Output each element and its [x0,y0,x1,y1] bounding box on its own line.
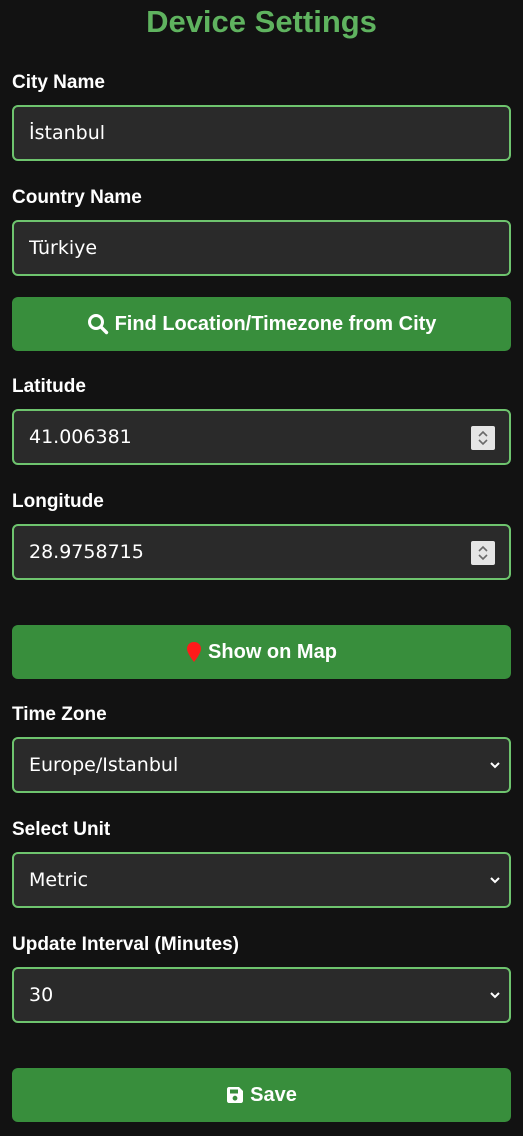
update-interval-select[interactable]: 30 [12,967,511,1023]
spinner-arrows-icon [478,430,488,446]
map-pin-icon [187,642,202,662]
time-zone-select[interactable]: Europe/Istanbul [12,737,511,793]
latitude-label: Latitude [12,376,86,397]
save-button-label: Save [250,1083,297,1106]
country-name-input[interactable] [14,222,509,274]
find-location-button[interactable]: Find Location/Timezone from City [12,297,511,351]
find-location-button-label: Find Location/Timezone from City [114,312,437,335]
latitude-spinner[interactable] [471,426,495,450]
unit-selected-value: Metric [29,869,89,891]
time-zone-label: Time Zone [12,704,107,725]
page-title: Device Settings [146,4,377,39]
chevron-down-icon [490,762,500,769]
spinner-arrows-icon [478,545,488,561]
country-name-field-box [12,220,511,276]
chevron-down-icon [490,877,500,884]
save-button[interactable]: Save [12,1068,511,1122]
latitude-input[interactable] [14,411,509,463]
city-name-input[interactable] [14,107,509,159]
city-name-field-box [12,105,511,161]
show-on-map-button[interactable]: Show on Map [12,625,511,679]
show-on-map-button-label: Show on Map [208,640,337,663]
floppy-disk-icon [227,1087,244,1103]
chevron-down-icon [490,992,500,999]
search-icon [87,314,108,335]
city-name-label: City Name [12,72,105,93]
update-interval-selected-value: 30 [29,984,54,1006]
unit-select[interactable]: Metric [12,852,511,908]
select-unit-label: Select Unit [12,819,111,840]
longitude-label: Longitude [12,491,104,512]
latitude-field-box [12,409,511,465]
country-name-label: Country Name [12,187,142,208]
longitude-input[interactable] [14,526,509,578]
longitude-field-box [12,524,511,580]
update-interval-label: Update Interval (Minutes) [12,934,239,955]
longitude-spinner[interactable] [471,541,495,565]
time-zone-selected-value: Europe/Istanbul [29,754,179,776]
